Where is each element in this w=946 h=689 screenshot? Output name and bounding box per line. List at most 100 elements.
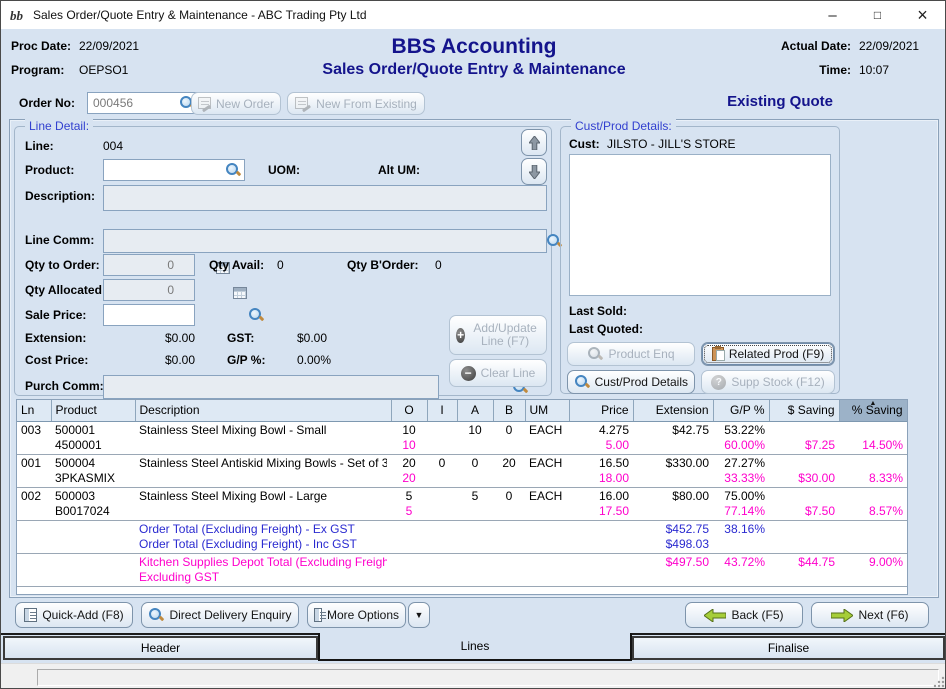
col-header-saving-percent[interactable]: ▲% Saving	[839, 400, 907, 421]
maximize-button[interactable]: □	[855, 1, 900, 29]
qty-allocated-label: Qty Allocated:	[25, 283, 106, 297]
col-header-um[interactable]: UM	[525, 400, 569, 421]
qty-allocated-calculator-icon[interactable]	[233, 287, 247, 299]
cell-ln: 001	[17, 454, 51, 487]
line-row[interactable]: 002500003B0017024Stainless Steel Mixing …	[17, 487, 907, 520]
checklist-icon	[314, 608, 322, 622]
program-value: OEPSO1	[79, 63, 128, 77]
up-arrow-icon	[529, 136, 540, 150]
cell-price: 4.2755.00	[569, 421, 633, 454]
col-header-description[interactable]: Description	[135, 400, 391, 421]
last-sold-label: Last Sold:	[569, 304, 627, 318]
purch-comm-label: Purch Comm:	[25, 379, 104, 393]
cost-price-value: $0.00	[133, 353, 195, 367]
cell-b: 0	[493, 487, 525, 520]
close-button[interactable]: ×	[900, 1, 945, 29]
gp-label: G/P %:	[227, 353, 265, 367]
qty-avail-label: Qty Avail:	[209, 258, 264, 272]
cell-saving-percent	[839, 520, 907, 553]
cell-b: 0	[493, 421, 525, 454]
col-header-b[interactable]: B	[493, 400, 525, 421]
col-header-extension[interactable]: Extension	[633, 400, 713, 421]
cell-a: 10	[457, 421, 493, 454]
chevron-down-icon: ▼	[415, 610, 424, 620]
quick-add-button[interactable]: Quick-Add (F8)	[15, 602, 133, 628]
cell-um: EACH	[525, 421, 569, 454]
cell-price	[569, 553, 633, 586]
line-row[interactable]: 0015000043PKASMIXStainless Steel Antiski…	[17, 454, 907, 487]
search-icon	[148, 607, 164, 623]
cell-o	[391, 520, 427, 553]
gst-label: GST:	[227, 331, 254, 345]
app-title: BBS Accounting	[274, 35, 674, 59]
cell-ln	[17, 553, 51, 586]
cell-price	[569, 520, 633, 553]
col-header-saving-dollar[interactable]: $ Saving	[769, 400, 839, 421]
line-comm-label: Line Comm:	[25, 233, 94, 247]
resize-grip[interactable]	[933, 676, 945, 688]
screen-title: Sales Order/Quote Entry & Maintenance	[204, 61, 744, 79]
qty-to-order-input[interactable]	[103, 254, 195, 276]
time-label: Time:	[819, 63, 851, 77]
col-header-ln[interactable]: Ln	[17, 400, 51, 421]
product-input[interactable]	[103, 159, 245, 181]
cell-gp: 27.27%33.33%	[713, 454, 769, 487]
sale-price-label: Sale Price:	[25, 308, 86, 322]
col-header-o[interactable]: O	[391, 400, 427, 421]
col-header-a[interactable]: A	[457, 400, 493, 421]
cell-product: 5000043PKASMIX	[51, 454, 135, 487]
cell-product	[51, 520, 135, 553]
line-comm-input[interactable]	[103, 229, 547, 253]
sale-price-search-icon[interactable]	[248, 307, 264, 323]
cell-um: EACH	[525, 487, 569, 520]
proc-date-label: Proc Date:	[11, 39, 71, 53]
more-options-button[interactable]: More Options	[307, 602, 406, 628]
purch-comm-input[interactable]	[103, 375, 439, 399]
cell-i	[427, 421, 457, 454]
cust-prod-details-button[interactable]: Cust/Prod Details	[567, 370, 695, 394]
line-number-value: 004	[103, 139, 123, 153]
last-quoted-label: Last Quoted:	[569, 322, 643, 336]
app-window: bb Sales Order/Quote Entry & Maintenance…	[0, 0, 946, 689]
line-up-button[interactable]	[521, 129, 547, 156]
cell-extension: $497.50	[633, 553, 713, 586]
line-down-button[interactable]	[521, 158, 547, 185]
direct-delivery-enquiry-button[interactable]: Direct Delivery Enquiry	[141, 602, 299, 628]
cell-extension: $42.75	[633, 421, 713, 454]
sale-price-input[interactable]	[103, 304, 195, 326]
product-search-icon[interactable]	[225, 162, 241, 178]
back-button[interactable]: Back (F5)	[685, 602, 803, 628]
col-header-gp[interactable]: G/P %	[713, 400, 769, 421]
cell-i	[427, 553, 457, 586]
cell-description: Order Total (Excluding Freight) - Ex GST…	[135, 520, 391, 553]
cell-a	[457, 520, 493, 553]
qty-border-label: Qty B'Order:	[347, 258, 419, 272]
col-header-i[interactable]: I	[427, 400, 457, 421]
line-row[interactable]: 0035000014500001Stainless Steel Mixing B…	[17, 421, 907, 454]
down-arrow-icon	[529, 165, 540, 179]
program-label: Program:	[11, 63, 64, 77]
related-prod-button[interactable]: Related Prod (F9)	[701, 342, 835, 366]
qty-to-order-label: Qty to Order:	[25, 258, 100, 272]
tab-lines[interactable]: Lines	[318, 633, 632, 661]
search-icon	[587, 346, 603, 362]
more-options-dropdown-button[interactable]: ▼	[408, 602, 430, 628]
qty-allocated-input[interactable]	[103, 279, 195, 301]
cust-label: Cust:	[569, 137, 600, 151]
cell-extension: $80.00	[633, 487, 713, 520]
new-from-existing-button[interactable]: New From Existing	[287, 92, 425, 115]
description-input[interactable]	[103, 185, 547, 211]
col-header-product[interactable]: Product	[51, 400, 135, 421]
new-document-icon	[295, 97, 311, 110]
next-button[interactable]: Next (F6)	[811, 602, 929, 628]
minimize-button[interactable]: –	[810, 1, 855, 29]
tab-header[interactable]: Header	[3, 636, 318, 660]
tab-finalise[interactable]: Finalise	[632, 636, 945, 660]
cell-b	[493, 520, 525, 553]
clear-line-button[interactable]: − Clear Line	[449, 359, 547, 387]
add-update-line-button[interactable]: + Add/Update Line (F7)	[449, 315, 547, 355]
col-header-price[interactable]: Price	[569, 400, 633, 421]
new-order-button[interactable]: New Order	[191, 92, 281, 115]
supp-stock-button[interactable]: ? Supp Stock (F12)	[701, 370, 835, 394]
product-enq-button[interactable]: Product Enq	[567, 342, 695, 366]
